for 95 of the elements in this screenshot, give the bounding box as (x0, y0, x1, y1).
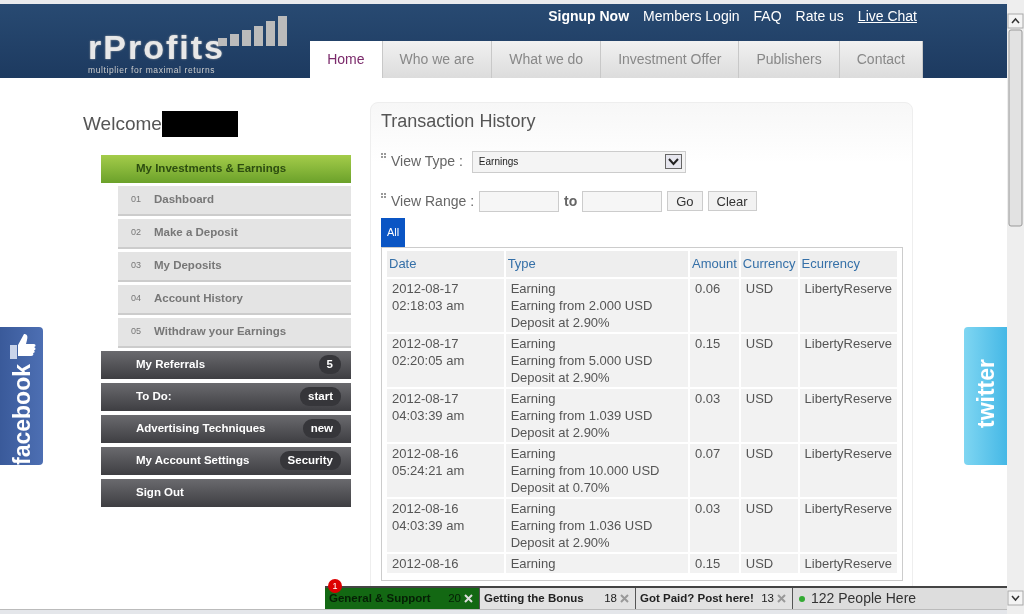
range-separator: to (564, 191, 578, 211)
filter-button[interactable]: Clear (707, 191, 757, 212)
count-badge: start (300, 386, 341, 407)
table-cell: 2012-08-17 04:03:39 am (387, 388, 504, 442)
submenu-item[interactable]: 01 Dashboard (118, 185, 351, 216)
message-count: 18 (604, 590, 617, 606)
count-badge: 5 (318, 354, 341, 375)
welcome-text: Welcome (83, 112, 162, 136)
column-header[interactable]: Ecurrency (799, 250, 897, 277)
submenu-item[interactable]: 02 Make a Deposit (118, 218, 351, 249)
count-badge: new (302, 418, 341, 439)
table-cell: USD (740, 443, 798, 497)
field-label: View Range : (391, 191, 474, 211)
message-count: 20 (448, 590, 461, 606)
table-cell: USD (740, 278, 798, 332)
table-cell: USD (740, 498, 798, 552)
item-number: 05 (131, 324, 142, 338)
message-count: 13 (761, 590, 774, 606)
logo[interactable]: rProfits (88, 30, 225, 64)
column-header[interactable]: Currency (740, 250, 798, 277)
table-cell: 2012-08-17 02:20:05 am (387, 333, 504, 387)
top-link[interactable]: Signup Now (548, 5, 630, 41)
menu-item[interactable]: Advertising Techniques new (101, 414, 351, 443)
menu-item[interactable]: Sign Out (101, 478, 351, 507)
item-number: 03 (131, 258, 142, 272)
table-cell: 2012-08-16 04:03:39 am (387, 498, 504, 552)
table-cell: 0.15 (690, 333, 739, 387)
table-cell: USD (740, 388, 798, 442)
table-cell: 2012-08-17 02:18:03 am (387, 278, 504, 332)
logo-tagline: multiplier for maximal returns (88, 65, 217, 75)
table-cell: USD (740, 553, 798, 573)
date-from-field[interactable] (479, 190, 559, 212)
table-cell: 0.07 (690, 443, 739, 497)
table-cell: LibertyReserve (799, 388, 897, 442)
submenu-item[interactable]: 03 My Deposits (118, 251, 351, 282)
submenu-item[interactable]: 05 Withdraw your Earnings (118, 317, 351, 348)
item-number: 01 (131, 192, 142, 206)
table-cell: Earning Earning from 1.039 USD Deposit at 2.90% (505, 388, 688, 442)
nav-tab[interactable]: Contact (839, 41, 923, 78)
panel-title: Transaction History (381, 111, 537, 133)
column-header[interactable]: Amount (690, 250, 739, 277)
table-cell: Earning Earning from 5.000 USD Deposit at 2.90% (505, 333, 688, 387)
item-number: 02 (131, 225, 142, 239)
column-header[interactable]: Type (505, 250, 688, 277)
table-cell: USD (740, 333, 798, 387)
close-icon[interactable] (620, 594, 629, 603)
menu-item[interactable]: My Referrals 5 (101, 350, 351, 379)
table-cell: 0.06 (690, 278, 739, 332)
table-cell: LibertyReserve (799, 443, 897, 497)
table-cell: 2012-08-16 05:24:21 am (387, 443, 504, 497)
chat-room-tab[interactable]: Getting the Bonus 18 (480, 588, 636, 609)
nav-tab[interactable]: Publishers (739, 41, 840, 78)
table-cell: Earning Earning from 2.000 USD Deposit at 2.90% (505, 278, 688, 332)
top-link[interactable]: Members Login (643, 5, 740, 41)
filter-button[interactable]: Go (667, 191, 703, 212)
facebook-tab[interactable]: facebook (0, 327, 43, 465)
top-link[interactable]: Live Chat (857, 5, 917, 41)
submenu-label: Dashboard (154, 191, 215, 207)
count-badge: Security (279, 450, 341, 471)
nav-tab[interactable]: Home (310, 41, 383, 78)
table-cell: 2012-08-16 (387, 553, 504, 573)
unread-badge: 1 (328, 579, 342, 593)
filter-tab[interactable]: All (381, 217, 405, 247)
table-cell: Earning Earning from 10.000 USD Deposit at 0.70% (505, 443, 688, 497)
table-cell: Earning Earning from 1.036 USD Deposit at 2.90% (505, 498, 688, 552)
submenu-label: Withdraw your Earnings (154, 323, 287, 339)
nav-tab[interactable]: Investment Offer (601, 41, 740, 78)
chat-room-tab[interactable]: Got Paid? Post here! 13 (636, 588, 793, 609)
top-link[interactable]: Rate us (795, 5, 844, 41)
date-to-field[interactable] (582, 190, 663, 212)
table-cell: LibertyReserve (799, 553, 897, 573)
table-cell: LibertyReserve (799, 278, 897, 332)
table-cell: Earning (505, 553, 688, 573)
column-header[interactable]: Date (387, 250, 504, 277)
submenu-item[interactable]: 04 Account History (118, 284, 351, 315)
field-label: View Type : (391, 152, 463, 172)
menu-item[interactable]: My Investments & Earnings (101, 154, 351, 183)
menu-item[interactable]: To Do: start (101, 382, 351, 411)
view-type-dropdown[interactable]: Earnings (471, 150, 686, 173)
nav-tab[interactable]: What we do (492, 41, 602, 78)
submenu-label: Account History (154, 290, 243, 306)
menu-item[interactable]: My Account Settings Security (101, 446, 351, 475)
nav-tab[interactable]: Who we are (382, 41, 493, 78)
submenu-label: Make a Deposit (154, 224, 238, 240)
top-link[interactable]: FAQ (753, 5, 782, 41)
people-count: 122 People Here (811, 589, 917, 608)
table-cell: 0.03 (690, 388, 739, 442)
table-cell: LibertyReserve (799, 498, 897, 552)
table-cell: 0.15 (690, 553, 739, 573)
close-icon[interactable] (777, 594, 786, 603)
item-number: 04 (131, 291, 142, 305)
online-dot (799, 595, 805, 602)
table-cell: 0.03 (690, 498, 739, 552)
submenu-label: My Deposits (154, 257, 222, 273)
table-cell: LibertyReserve (799, 333, 897, 387)
